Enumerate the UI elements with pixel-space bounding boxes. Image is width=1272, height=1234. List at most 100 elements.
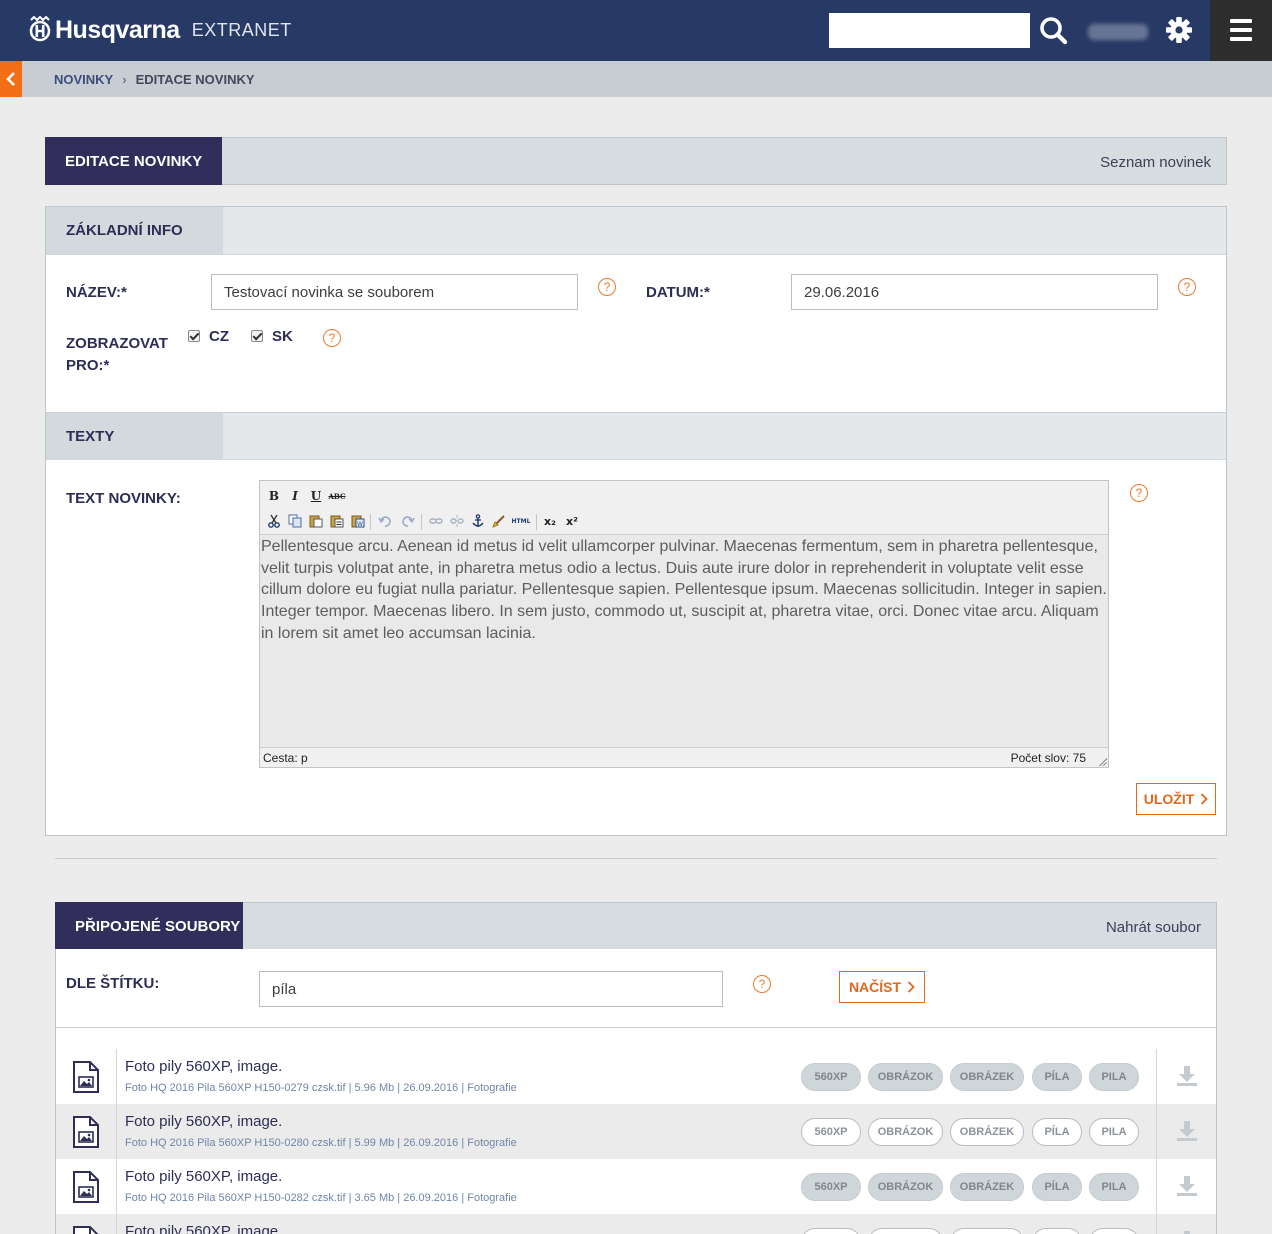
file-tag[interactable]: OBRÁZOK xyxy=(868,1173,943,1201)
file-tag[interactable]: OBRÁZEK xyxy=(950,1173,1024,1201)
row-separator xyxy=(116,1104,117,1159)
download-icon[interactable] xyxy=(1176,1120,1198,1142)
back-button[interactable] xyxy=(0,61,22,97)
breadcrumb-item-novinky[interactable]: NOVINKY xyxy=(54,72,113,87)
name-help-icon[interactable]: ? xyxy=(598,278,616,296)
bold-button[interactable]: B xyxy=(266,488,282,504)
show-for-label-line2: PRO:* xyxy=(66,357,110,374)
file-tag[interactable]: 560XP xyxy=(801,1118,861,1146)
file-meta: Foto HQ 2016 Pila 560XP H150-0282 czsk.t… xyxy=(125,1192,517,1204)
tag-filter-input[interactable] xyxy=(259,971,723,1007)
load-button[interactable]: NAČÍST xyxy=(839,971,925,1003)
brand-logo[interactable]: Husqvarna EXTRANET xyxy=(28,14,292,46)
row-separator xyxy=(1156,1049,1157,1104)
file-tag[interactable]: PILA xyxy=(1089,1173,1139,1201)
file-tag[interactable]: OBRÁZEK xyxy=(950,1118,1024,1146)
strikethrough-button[interactable]: ABC xyxy=(328,488,345,504)
save-button[interactable]: ULOŽIT xyxy=(1136,783,1216,815)
date-help-icon[interactable]: ? xyxy=(1178,278,1196,296)
file-row[interactable]: Foto pily 560XP, image. Foto HQ 2016 Pila… xyxy=(56,1049,1216,1104)
brand-name: Husqvarna xyxy=(55,15,180,44)
file-title[interactable]: Foto pily 560XP, image. xyxy=(125,1113,282,1130)
file-tag[interactable]: PÍLA xyxy=(1032,1173,1082,1201)
news-list-link[interactable]: Seznam novinek xyxy=(1100,138,1211,186)
toolbar-separator xyxy=(421,514,422,530)
file-tag[interactable]: PÍLA xyxy=(1032,1118,1082,1146)
file-tag[interactable] xyxy=(1089,1228,1139,1234)
chevron-right-icon xyxy=(907,981,915,993)
file-tag[interactable] xyxy=(801,1228,861,1234)
upload-file-link[interactable]: Nahrát soubor xyxy=(1106,903,1201,951)
date-input[interactable] xyxy=(791,274,1158,310)
file-tag[interactable]: 560XP xyxy=(801,1173,861,1201)
chevron-left-icon xyxy=(6,72,15,86)
undo-button[interactable] xyxy=(377,513,393,529)
resize-handle[interactable] xyxy=(1098,757,1107,766)
superscript-button[interactable]: x² xyxy=(564,513,580,529)
user-name-blurred[interactable] xyxy=(1088,24,1148,40)
file-tag[interactable]: PILA xyxy=(1089,1063,1139,1091)
file-tag[interactable]: PILA xyxy=(1089,1118,1139,1146)
checkbox-cz[interactable] xyxy=(188,330,200,342)
subscript-button[interactable]: x₂ xyxy=(542,513,558,529)
checkbox-cz-label: CZ xyxy=(209,328,229,345)
text-help-icon[interactable]: ? xyxy=(1130,484,1148,502)
file-tag[interactable] xyxy=(950,1228,1024,1234)
html-source-button[interactable]: HTML xyxy=(510,513,532,529)
file-tag[interactable] xyxy=(868,1228,943,1234)
unlink-button[interactable] xyxy=(449,513,465,529)
underline-button[interactable]: U xyxy=(308,488,324,504)
scissors-icon xyxy=(268,514,280,528)
paste-icon xyxy=(309,515,323,528)
texts-title: TEXTY xyxy=(46,413,223,460)
show-for-help-icon[interactable]: ? xyxy=(323,329,341,347)
file-meta: Foto HQ 2016 Pila 560XP H150-0279 czsk.t… xyxy=(125,1082,517,1094)
rich-text-editor[interactable]: B I U ABC W HTML x₂ x² Pellentesque arcu… xyxy=(259,480,1109,768)
text-label: TEXT NOVINKY: xyxy=(66,490,181,507)
name-input[interactable] xyxy=(211,274,578,310)
hamburger-menu-button[interactable] xyxy=(1210,0,1272,61)
editor-content[interactable]: Pellentesque arcu. Aenean id metus id ve… xyxy=(260,536,1108,747)
file-title[interactable]: Foto pily 560XP, image. xyxy=(125,1058,282,1075)
search-input[interactable] xyxy=(829,13,1030,48)
file-tag[interactable]: PÍLA xyxy=(1032,1063,1082,1091)
file-row[interactable]: Foto pily 560XP, image. xyxy=(56,1214,1216,1234)
basic-info-header: ZÁKLADNÍ INFO xyxy=(46,207,1226,255)
hamburger-icon xyxy=(1230,19,1252,23)
editor-path: Cesta: p xyxy=(263,751,308,765)
download-icon[interactable] xyxy=(1176,1230,1198,1234)
file-row[interactable]: Foto pily 560XP, image. Foto HQ 2016 Pila… xyxy=(56,1159,1216,1214)
filter-label: DLE ŠTÍTKU: xyxy=(66,975,160,992)
settings-button[interactable] xyxy=(1162,13,1196,47)
image-file-icon xyxy=(73,1116,99,1148)
chevron-right-icon xyxy=(1201,793,1209,805)
breadcrumb-item-current: EDITACE NOVINKY xyxy=(135,71,255,87)
file-tag[interactable]: 560XP xyxy=(801,1063,861,1091)
cleanup-button[interactable] xyxy=(491,513,507,529)
file-tag[interactable]: OBRÁZOK xyxy=(868,1118,943,1146)
paste-button[interactable] xyxy=(308,513,324,529)
download-icon[interactable] xyxy=(1176,1065,1198,1087)
search-button[interactable] xyxy=(1037,13,1071,48)
image-file-icon xyxy=(73,1171,99,1203)
copy-button[interactable] xyxy=(287,513,303,529)
download-icon[interactable] xyxy=(1176,1175,1198,1197)
file-title[interactable]: Foto pily 560XP, image. xyxy=(125,1223,282,1234)
breadcrumb: NOVINKY › EDITACE NOVINKY xyxy=(54,61,255,97)
file-row[interactable]: Foto pily 560XP, image. Foto HQ 2016 Pila… xyxy=(56,1104,1216,1159)
italic-button[interactable]: I xyxy=(287,488,303,504)
file-tag[interactable]: OBRÁZOK xyxy=(868,1063,943,1091)
load-button-label: NAČÍST xyxy=(848,979,902,995)
cut-button[interactable] xyxy=(266,513,282,529)
filter-help-icon[interactable]: ? xyxy=(753,975,771,993)
file-title[interactable]: Foto pily 560XP, image. xyxy=(125,1168,282,1185)
checkbox-sk[interactable] xyxy=(251,330,263,342)
anchor-button[interactable] xyxy=(470,513,486,529)
paste-text-button[interactable] xyxy=(329,513,345,529)
link-button[interactable] xyxy=(428,513,444,529)
paste-word-button[interactable]: W xyxy=(350,513,366,529)
show-for-label: ZOBRAZOVAT PRO:* xyxy=(66,333,168,377)
redo-button[interactable] xyxy=(400,513,416,529)
file-tag[interactable]: OBRÁZEK xyxy=(950,1063,1024,1091)
file-tag[interactable] xyxy=(1032,1228,1082,1234)
